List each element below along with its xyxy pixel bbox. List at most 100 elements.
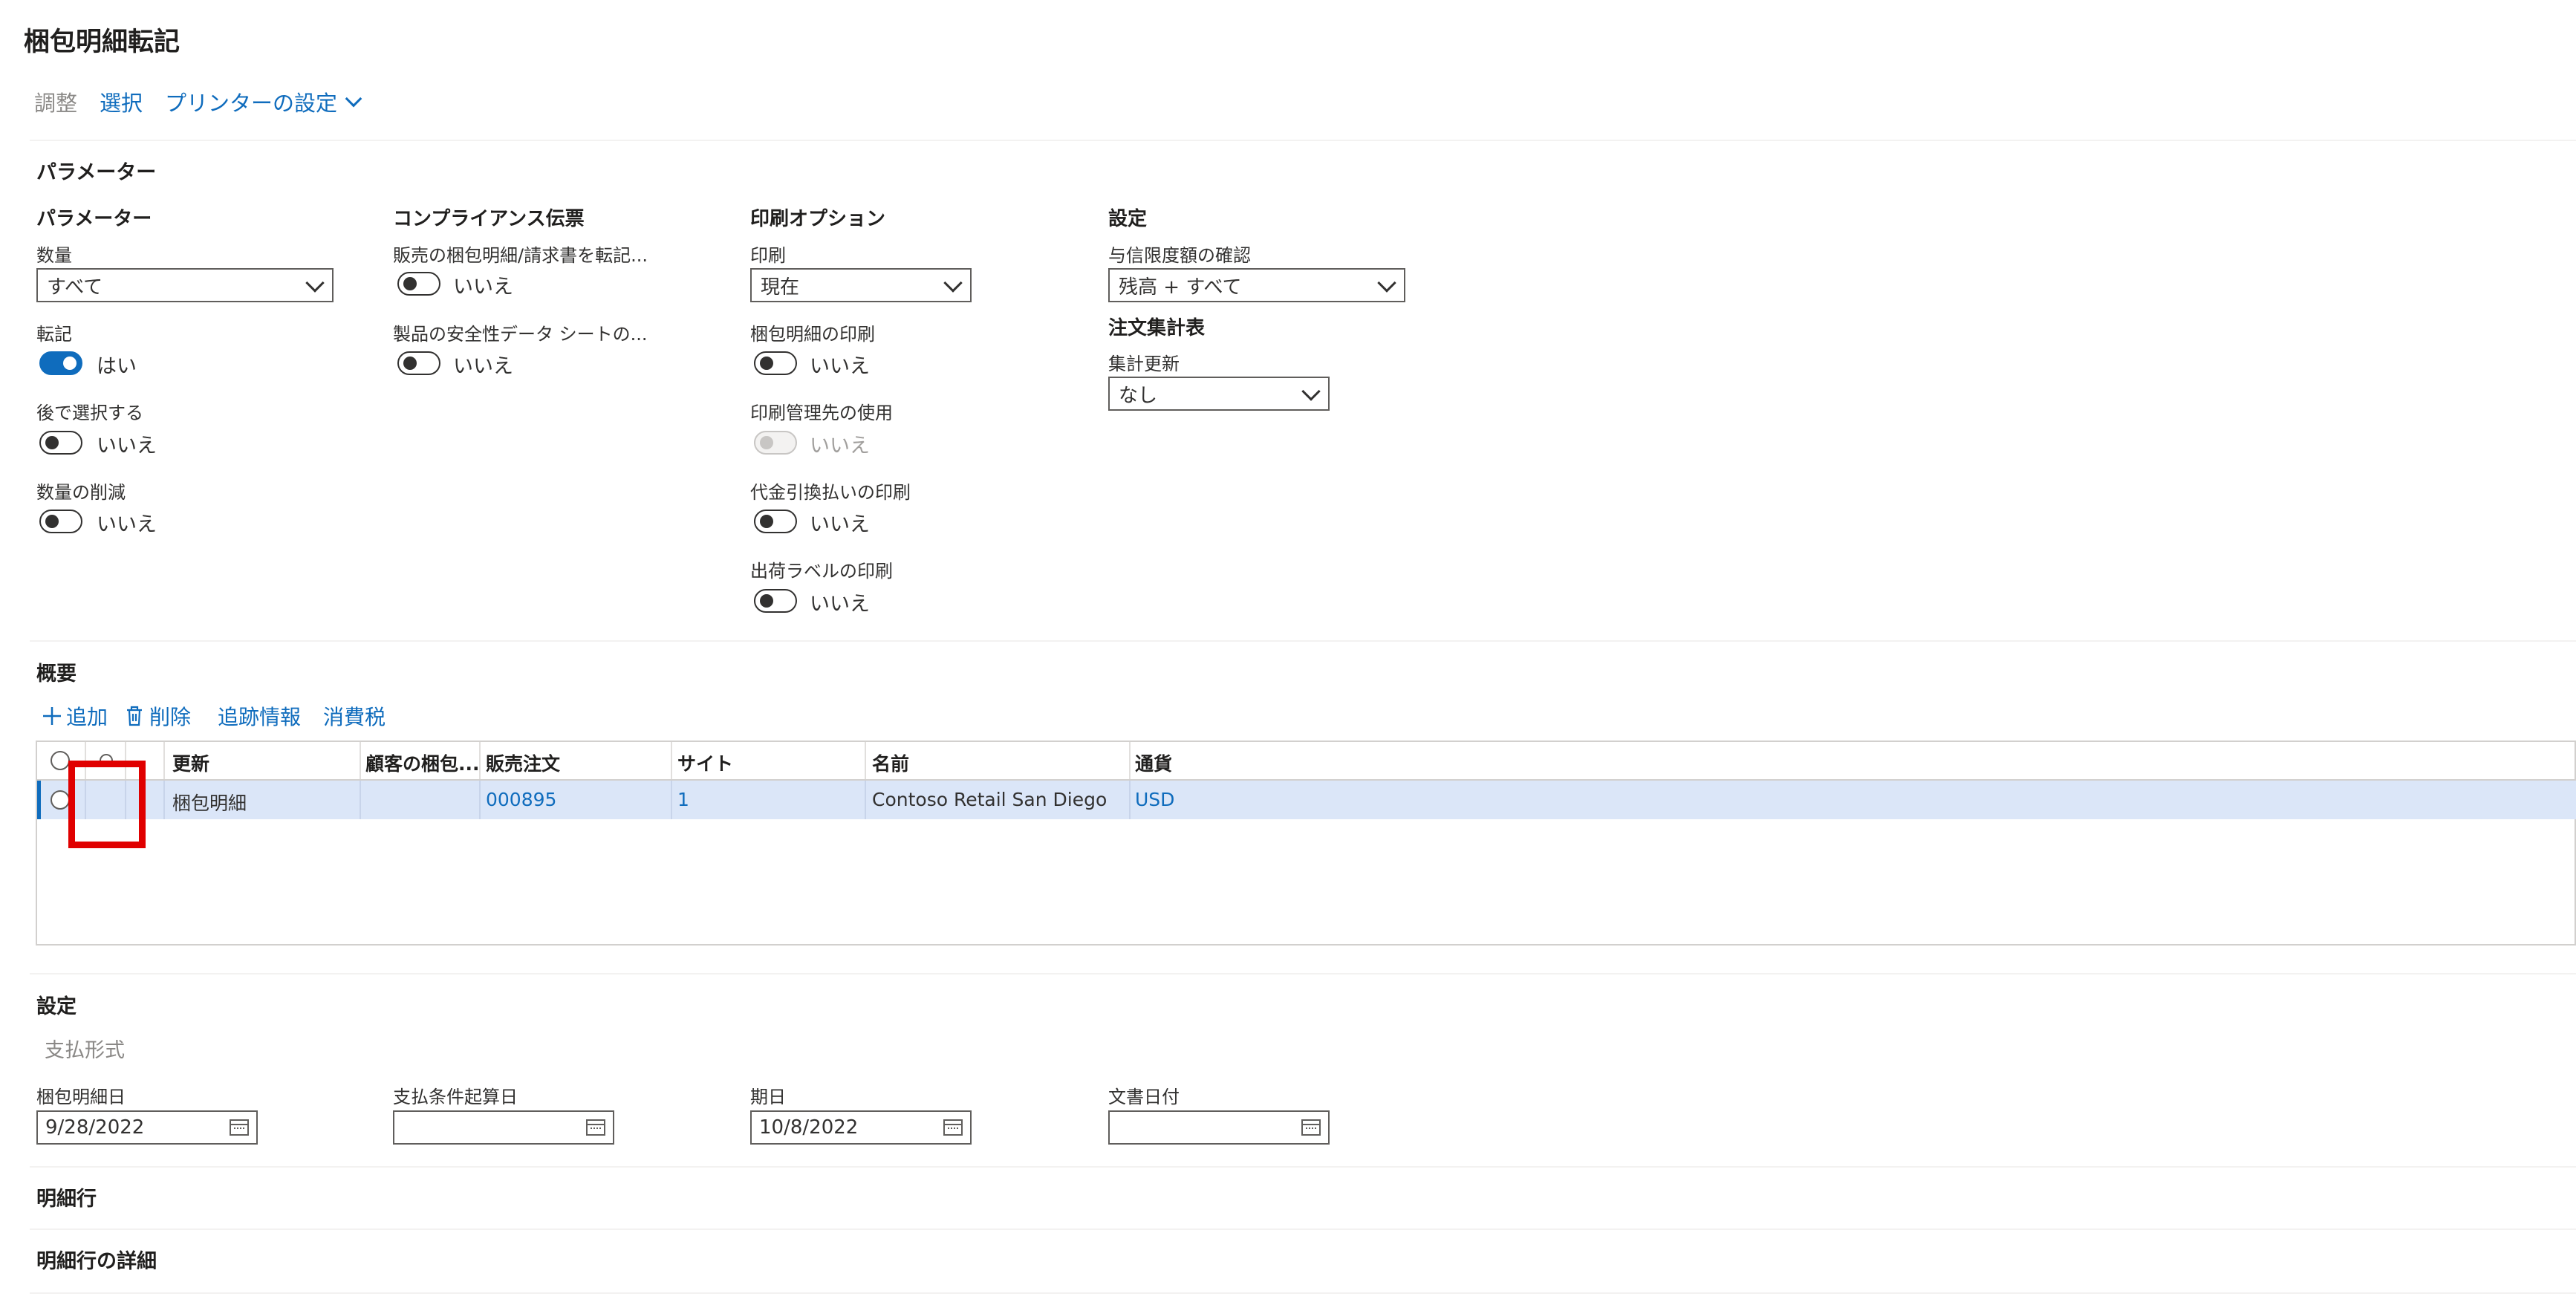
- transfer-invoice-toggle[interactable]: [397, 272, 440, 296]
- print-management-toggle: [754, 431, 797, 455]
- document-date-field[interactable]: [1108, 1110, 1330, 1145]
- due-date-field[interactable]: 10/8/2022: [750, 1110, 972, 1145]
- toggle-knob: [45, 515, 59, 528]
- add-label: 追加: [66, 705, 108, 729]
- cod-print-toggle-text: いいえ: [810, 513, 870, 536]
- quantity-select[interactable]: すべて: [36, 268, 334, 302]
- print-management-toggle-text: いいえ: [810, 435, 870, 458]
- parameters-section-header[interactable]: パラメーター: [36, 156, 156, 185]
- calendar-icon[interactable]: [1301, 1119, 1321, 1136]
- toggle-knob: [63, 357, 77, 370]
- overview-section-header[interactable]: 概要: [36, 657, 77, 686]
- reduce-quantity-label: 数量の削減: [36, 482, 126, 503]
- printer-settings-button[interactable]: プリンターの設定: [165, 86, 362, 117]
- sales-tax-button[interactable]: 消費税: [323, 701, 386, 731]
- post-label: 転記: [36, 324, 72, 345]
- shipping-label-print-toggle[interactable]: [754, 589, 797, 613]
- delete-label: 削除: [149, 705, 192, 729]
- cell-currency-link[interactable]: USD: [1135, 789, 1174, 810]
- payment-start-date-label: 支払条件起算日: [393, 1087, 518, 1107]
- cell-name: Contoso Retail San Diego: [872, 789, 1108, 810]
- select-button[interactable]: 選択: [100, 86, 143, 117]
- column-header-sales-order[interactable]: 販売注文: [486, 749, 560, 776]
- tracking-info-button[interactable]: 追跡情報: [218, 701, 301, 731]
- divider: [30, 1228, 2576, 1230]
- post-toggle[interactable]: [39, 351, 82, 375]
- overview-grid: 更新 顧客の梱包... 販売注文 サイト 名前 通貨 梱包明細 000895 1…: [36, 741, 2576, 946]
- reduce-quantity-toggle-text: いいえ: [97, 513, 157, 536]
- divider: [30, 640, 2576, 642]
- plus-icon: [43, 707, 61, 725]
- column-divider: [163, 742, 165, 779]
- divider: [30, 973, 2576, 974]
- document-date-label: 文書日付: [1108, 1087, 1180, 1107]
- divider: [30, 1166, 2576, 1168]
- column-header-customer-slip[interactable]: 顧客の梱包...: [365, 749, 480, 776]
- settings-section-header[interactable]: 設定: [36, 990, 77, 1019]
- divider: [30, 1292, 2576, 1294]
- divider: [30, 140, 2576, 141]
- credit-limit-select[interactable]: 残高 + すべて: [1108, 268, 1405, 302]
- reduce-quantity-toggle[interactable]: [39, 510, 82, 533]
- action-bar: 調整 選択 プリンターの設定: [34, 83, 382, 120]
- printer-settings-label: プリンターの設定: [165, 91, 338, 116]
- column-header-site[interactable]: サイト: [677, 749, 733, 776]
- cell-site-link[interactable]: 1: [677, 789, 689, 810]
- toggle-knob: [760, 594, 773, 608]
- slip-date-value: 9/28/2022: [45, 1116, 145, 1139]
- compliance-group-header: コンプライアンス伝票: [393, 208, 585, 230]
- calendar-icon[interactable]: [943, 1119, 963, 1136]
- payment-type-button[interactable]: 支払形式: [45, 1034, 125, 1063]
- delete-button[interactable]: 削除: [124, 701, 191, 731]
- print-label: 印刷: [750, 245, 786, 266]
- cell-sales-order-link[interactable]: 000895: [486, 789, 556, 810]
- column-header-name[interactable]: 名前: [872, 749, 909, 776]
- add-button[interactable]: 追加: [41, 701, 108, 731]
- column-divider: [360, 781, 361, 819]
- chevron-down-icon: [1377, 273, 1396, 293]
- line-details-section-header[interactable]: 明細行の詳細: [36, 1245, 157, 1274]
- toggle-knob: [403, 277, 417, 290]
- calendar-icon[interactable]: [586, 1119, 605, 1136]
- cod-print-label: 代金引換払いの印刷: [750, 482, 911, 503]
- column-header-update[interactable]: 更新: [172, 749, 209, 776]
- due-date-label: 期日: [750, 1087, 786, 1107]
- slip-date-label: 梱包明細日: [36, 1087, 126, 1107]
- select-later-toggle[interactable]: [39, 431, 82, 455]
- chevron-down-icon: [345, 90, 362, 108]
- print-slip-toggle-text: いいえ: [810, 355, 870, 378]
- quantity-label: 数量: [36, 245, 72, 266]
- trash-icon: [127, 706, 143, 726]
- select-all-radio[interactable]: [51, 751, 70, 770]
- row-select-radio[interactable]: [51, 790, 70, 810]
- credit-limit-label: 与信限度額の確認: [1108, 245, 1251, 266]
- payment-start-date-field[interactable]: [393, 1110, 614, 1145]
- safety-data-sheet-toggle-text: いいえ: [453, 355, 513, 378]
- slip-date-field[interactable]: 9/28/2022: [36, 1110, 258, 1145]
- column-divider: [671, 781, 672, 819]
- shipping-label-print-label: 出荷ラベルの印刷: [750, 561, 893, 582]
- print-options-group-header: 印刷オプション: [750, 208, 886, 230]
- chevron-down-icon: [305, 273, 325, 293]
- toggle-knob: [760, 515, 773, 528]
- adjust-button[interactable]: 調整: [34, 86, 77, 117]
- parameters-group-header: パラメーター: [36, 208, 152, 230]
- print-select[interactable]: 現在: [750, 268, 972, 302]
- print-value: 現在: [761, 276, 800, 299]
- lines-section-header[interactable]: 明細行: [36, 1182, 97, 1211]
- table-row[interactable]: 梱包明細 000895 1 Contoso Retail San Diego U…: [37, 781, 2576, 819]
- cod-print-toggle[interactable]: [754, 510, 797, 533]
- safety-data-sheet-toggle[interactable]: [397, 351, 440, 375]
- column-header-currency[interactable]: 通貨: [1135, 749, 1172, 776]
- summary-update-select[interactable]: なし: [1108, 377, 1330, 411]
- calendar-icon[interactable]: [230, 1119, 249, 1136]
- column-divider: [865, 742, 866, 779]
- cell-update: 梱包明細: [172, 793, 247, 814]
- column-divider: [479, 781, 481, 819]
- print-slip-toggle[interactable]: [754, 351, 797, 375]
- due-date-value: 10/8/2022: [759, 1116, 859, 1139]
- summary-update-label: 集計更新: [1108, 354, 1180, 374]
- grid-action-bar: 追加 削除 追跡情報 消費税: [41, 701, 386, 731]
- shipping-label-print-toggle-text: いいえ: [810, 593, 870, 616]
- column-divider: [671, 742, 672, 779]
